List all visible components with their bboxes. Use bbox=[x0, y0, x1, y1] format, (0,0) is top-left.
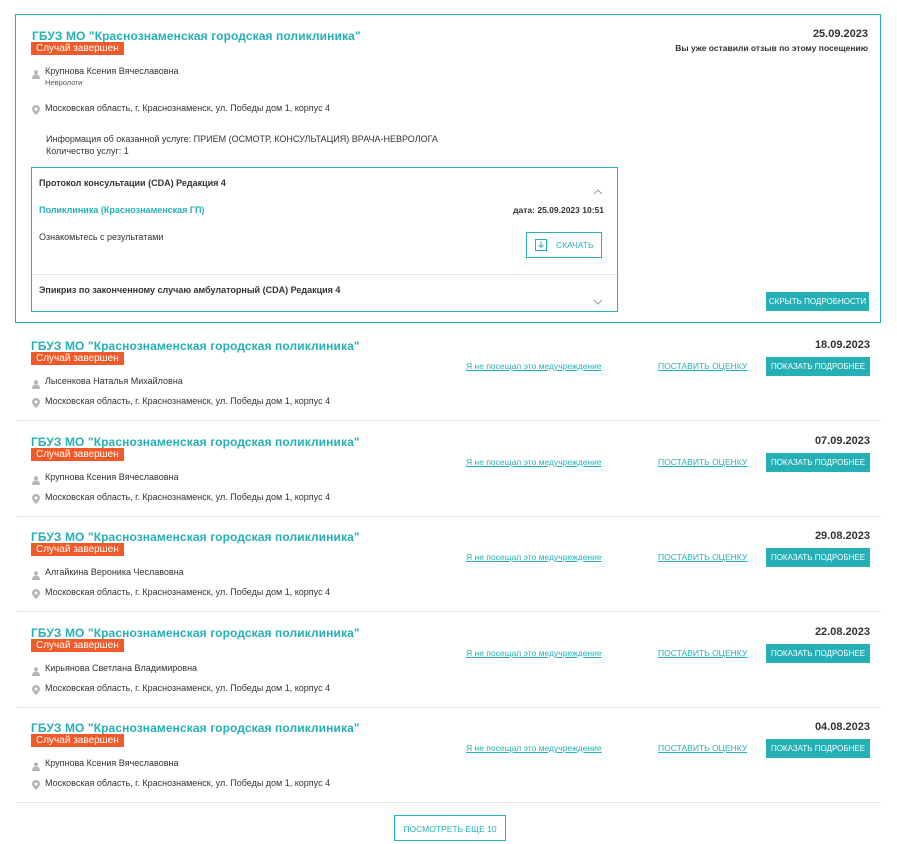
doctor-name: Крупнова Ксения Вячеславовна bbox=[45, 66, 179, 76]
doctor-name: Крупнова Ксения Вячеславовна bbox=[45, 472, 179, 482]
service-info: Информация об оказанной услуге: ПРИЕМ (О… bbox=[46, 134, 438, 144]
person-icon bbox=[32, 663, 40, 681]
visit-date: 29.08.2023 bbox=[814, 530, 870, 542]
location-pin-icon bbox=[32, 682, 40, 700]
doctor-specialty: Неврологи bbox=[45, 78, 83, 87]
review-note: Вы уже оставили отзыв по этому посещению bbox=[675, 43, 868, 53]
row-divider bbox=[17, 707, 881, 708]
status-badge: Случай завершен bbox=[31, 543, 124, 556]
not-visited-link[interactable]: Я не посещал это медучреждение bbox=[466, 361, 602, 371]
rate-link[interactable]: ПОСТАВИТЬ ОЦЕНКУ bbox=[658, 361, 747, 371]
status-badge: Случай завершен bbox=[31, 352, 124, 365]
address: Московская область, г. Краснознаменск, у… bbox=[45, 492, 331, 502]
location-pin-icon bbox=[32, 491, 40, 509]
doctor-name: Лысенкова Наталья Михайловна bbox=[45, 376, 183, 386]
row-divider bbox=[17, 516, 881, 517]
show-more-button[interactable]: ПОСМОТРЕТЬ ЕЩЕ 10 bbox=[394, 815, 506, 841]
download-icon bbox=[535, 239, 547, 253]
row-divider bbox=[17, 420, 881, 421]
protocol-title: Протокол консультации (CDA) Редакция 4 bbox=[39, 178, 226, 188]
not-visited-link[interactable]: Я не посещал это медучреждение bbox=[466, 457, 602, 467]
clinic-name[interactable]: ГБУЗ МО "Краснознаменская городская поли… bbox=[31, 626, 360, 640]
doctor-name: Алгайкина Вероника Чеславовна bbox=[45, 567, 184, 577]
person-icon bbox=[32, 758, 40, 776]
status-badge: Случай завершен bbox=[31, 734, 124, 747]
visit-row: ГБУЗ МО "Краснознаменская городская поли… bbox=[17, 524, 881, 612]
visit-row: ГБУЗ МО "Краснознаменская городская поли… bbox=[17, 333, 881, 421]
doctor-name: Кирьянова Светлана Владимировна bbox=[45, 663, 198, 673]
rate-link[interactable]: ПОСТАВИТЬ ОЦЕНКУ bbox=[658, 648, 747, 658]
hide-details-button[interactable]: СКРЫТЬ ПОДРОБНОСТИ bbox=[766, 292, 869, 311]
documents-panel: Протокол консультации (CDA) Редакция 4 П… bbox=[31, 167, 618, 312]
download-button[interactable]: СКАЧАТЬ bbox=[526, 232, 602, 258]
clinic-name[interactable]: ГБУЗ МО "Краснознаменская городская поли… bbox=[31, 721, 360, 735]
row-divider bbox=[17, 802, 881, 803]
person-icon bbox=[32, 567, 40, 585]
show-details-button[interactable]: ПОКАЗАТЬ ПОДРОБНЕЕ bbox=[766, 357, 870, 376]
status-badge: Случай завершен bbox=[31, 42, 124, 55]
clinic-name[interactable]: ГБУЗ МО "Краснознаменская городская поли… bbox=[32, 29, 361, 43]
protocol-header[interactable]: Протокол консультации (CDA) Редакция 4 bbox=[32, 168, 617, 196]
rate-link[interactable]: ПОСТАВИТЬ ОЦЕНКУ bbox=[658, 457, 747, 467]
not-visited-link[interactable]: Я не посещал это медучреждение bbox=[466, 648, 602, 658]
download-label: СКАЧАТЬ bbox=[556, 240, 594, 250]
address: Московская область, г. Краснознаменск, у… bbox=[45, 103, 331, 113]
show-details-button[interactable]: ПОКАЗАТЬ ПОДРОБНЕЕ bbox=[766, 548, 870, 567]
status-badge: Случай завершен bbox=[31, 639, 124, 652]
location-pin-icon bbox=[32, 102, 40, 120]
visit-row: ГБУЗ МО "Краснознаменская городская поли… bbox=[17, 429, 881, 517]
rate-link[interactable]: ПОСТАВИТЬ ОЦЕНКУ bbox=[658, 743, 747, 753]
address: Московская область, г. Краснознаменск, у… bbox=[45, 683, 331, 693]
expanded-visit-card: ГБУЗ МО "Краснознаменская городская поли… bbox=[15, 14, 881, 323]
protocol-organization[interactable]: Поликлиника (Краснознаменская ГП) bbox=[39, 205, 205, 215]
row-divider bbox=[17, 611, 881, 612]
location-pin-icon bbox=[32, 777, 40, 795]
doctor-name: Крупнова Ксения Вячеславовна bbox=[45, 758, 179, 768]
protocol-text: Ознакомьтесь с результатами bbox=[39, 232, 164, 242]
status-badge: Случай завершен bbox=[31, 448, 124, 461]
chevron-up-icon[interactable] bbox=[593, 182, 603, 200]
chevron-down-icon[interactable] bbox=[593, 292, 603, 310]
not-visited-link[interactable]: Я не посещал это медучреждение bbox=[466, 743, 602, 753]
service-count: Количество услуг: 1 bbox=[46, 146, 129, 156]
show-details-button[interactable]: ПОКАЗАТЬ ПОДРОБНЕЕ bbox=[766, 644, 870, 663]
show-details-button[interactable]: ПОКАЗАТЬ ПОДРОБНЕЕ bbox=[766, 739, 870, 758]
visit-date: 22.08.2023 bbox=[814, 626, 870, 638]
location-pin-icon bbox=[32, 586, 40, 604]
clinic-name[interactable]: ГБУЗ МО "Краснознаменская городская поли… bbox=[31, 530, 360, 544]
address: Московская область, г. Краснознаменск, у… bbox=[45, 587, 331, 597]
visit-row: ГБУЗ МО "Краснознаменская городская поли… bbox=[17, 620, 881, 708]
epicrisis-title: Эпикриз по законченному случаю амбулатор… bbox=[39, 285, 341, 295]
person-icon bbox=[32, 66, 40, 84]
visit-row: ГБУЗ МО "Краснознаменская городская поли… bbox=[17, 715, 881, 803]
person-icon bbox=[32, 376, 40, 394]
visit-date: 25.09.2023 bbox=[812, 28, 868, 40]
address: Московская область, г. Краснознаменск, у… bbox=[45, 396, 331, 406]
clinic-name[interactable]: ГБУЗ МО "Краснознаменская городская поли… bbox=[31, 339, 360, 353]
epicrisis-header[interactable]: Эпикриз по законченному случаю амбулатор… bbox=[32, 275, 617, 311]
address: Московская область, г. Краснознаменск, у… bbox=[45, 778, 331, 788]
protocol-date: дата: 25.09.2023 10:51 bbox=[513, 205, 604, 215]
person-icon bbox=[32, 472, 40, 490]
location-pin-icon bbox=[32, 395, 40, 413]
visit-date: 18.09.2023 bbox=[814, 339, 870, 351]
show-details-button[interactable]: ПОКАЗАТЬ ПОДРОБНЕЕ bbox=[766, 453, 870, 472]
visit-date: 04.08.2023 bbox=[814, 721, 870, 733]
rate-link[interactable]: ПОСТАВИТЬ ОЦЕНКУ bbox=[658, 552, 747, 562]
visit-date: 07.09.2023 bbox=[814, 435, 870, 447]
clinic-name[interactable]: ГБУЗ МО "Краснознаменская городская поли… bbox=[31, 435, 360, 449]
not-visited-link[interactable]: Я не посещал это медучреждение bbox=[466, 552, 602, 562]
